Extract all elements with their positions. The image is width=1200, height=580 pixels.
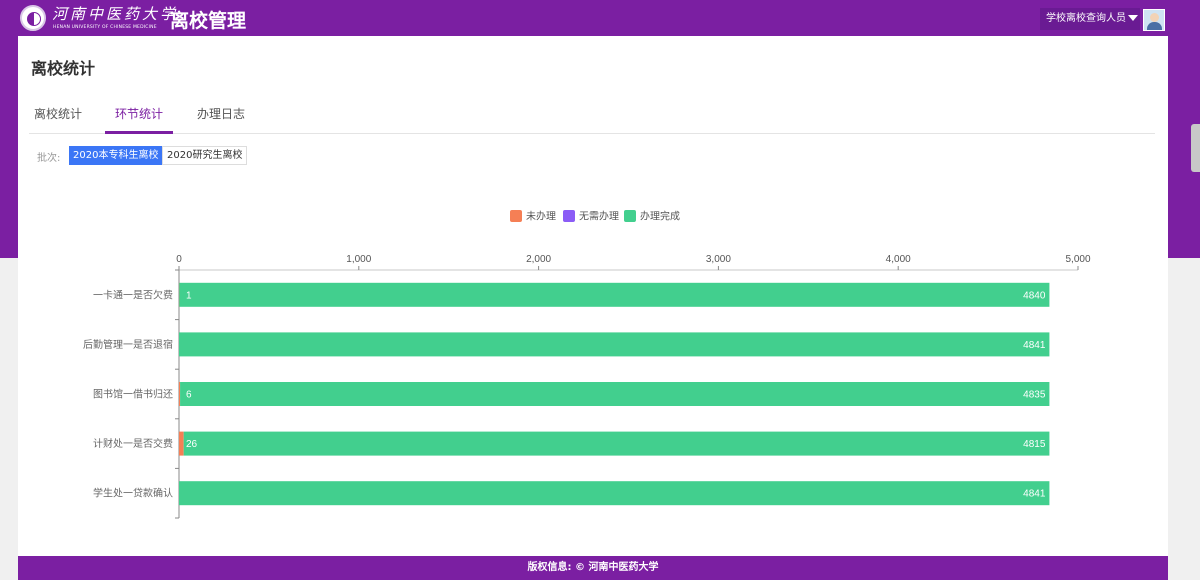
bar-data-label: 4815 (1023, 439, 1046, 450)
bar-data-label: 4841 (1023, 340, 1046, 351)
x-tick-label: 2,000 (526, 254, 551, 265)
x-tick-label: 1,000 (346, 254, 371, 265)
legend-label: 办理完成 (640, 210, 680, 223)
bar-segment (179, 431, 184, 456)
bar-data-label: 6 (186, 390, 192, 401)
bar-segment (179, 481, 1050, 506)
step-stats-chart: 未办理 无需办理 办理完成 0 1,000 2,000 3,000 4,000 5,000 一卡通… (83, 210, 1091, 519)
bar-segment (183, 431, 1050, 456)
legend-label: 无需办理 (579, 210, 619, 223)
y-category-label: 后勤管理一是否退宿 (83, 338, 173, 351)
footer: 版权信息: © 河南中医药大学 (18, 556, 1168, 580)
x-tick-label: 3,000 (706, 254, 731, 265)
bar-data-label: 4835 (1023, 390, 1046, 401)
legend-swatch (510, 210, 522, 222)
y-category-label: 一卡通一是否欠费 (93, 288, 173, 301)
bar-data-label: 4840 (1023, 290, 1046, 301)
bar-segment (179, 282, 1050, 307)
x-tick-label: 5,000 (1065, 254, 1090, 265)
bar-segment (179, 382, 181, 406)
y-category-label: 计财处一是否交费 (93, 437, 173, 450)
bar-data-label: 4841 (1023, 489, 1046, 500)
bar-data-label: 1 (186, 290, 192, 301)
legend-swatch (624, 210, 636, 222)
x-tick-label: 4,000 (886, 254, 911, 265)
footer-copyright: 版权信息: © 河南中医药大学 (527, 562, 659, 573)
bar-data-label: 26 (186, 439, 198, 450)
x-tick-label: 0 (176, 254, 182, 265)
scrollbar-handle[interactable] (1191, 124, 1200, 172)
bar-segment (180, 382, 1050, 406)
legend-swatch (563, 210, 575, 222)
y-category-label: 图书馆一借书归还 (93, 388, 173, 401)
bar-segment (179, 332, 1050, 357)
y-category-label: 学生处一贷款确认 (93, 487, 173, 500)
legend-label: 未办理 (526, 210, 556, 223)
